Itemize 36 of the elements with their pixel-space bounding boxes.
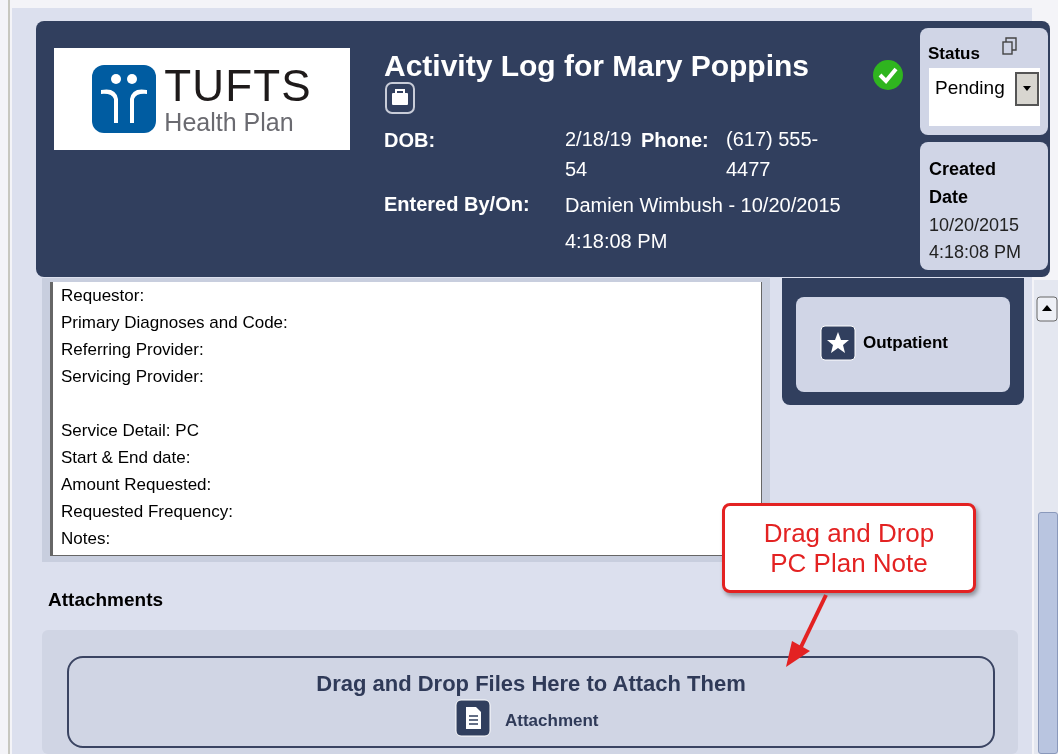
note-line: Primary Diagnoses and Code: (61, 312, 288, 334)
note-line: Start & End date: (61, 447, 191, 469)
document-icon (455, 699, 491, 737)
created-label: Created Date (929, 158, 998, 209)
field-value: 2/18/1954 (565, 127, 633, 182)
category-label: Outpatient (863, 332, 948, 354)
attachment-label: Attachment (505, 710, 599, 732)
copy-icon[interactable] (1002, 36, 1018, 56)
field-value: Damien Wimbush - 10/20/2015 4:18:08 PM (565, 193, 842, 254)
note-line: Requestor: (61, 285, 145, 307)
attachments-heading: Attachments (48, 588, 164, 612)
field-label: Phone: (641, 128, 709, 153)
field-label: Entered By/On: (384, 192, 530, 217)
status-label: Status (928, 43, 980, 65)
field-value: (617) 555-4477 (726, 127, 820, 182)
field-label: DOB: (384, 128, 436, 153)
window-title: Activity Log for Mary Poppins (384, 48, 810, 84)
logo-subtitle: Health Plan (164, 109, 295, 135)
note-line: Notes: (61, 528, 111, 550)
note-line: Requested Frequency: (61, 501, 233, 523)
callout: Drag and Drop PC Plan Note (722, 503, 976, 593)
note-line: Referring Provider: (61, 339, 204, 361)
people-icon (92, 65, 157, 133)
drop-zone-text: Drag and Drop Files Here to Attach Them (315, 670, 747, 698)
notes-field[interactable]: Requestor: Primary Diagnoses and Code: Referring Provider: Servicing Provider: Service Detail: PC Start & End date: Amount Requested: Requested Frequency: Notes: (50, 282, 762, 556)
scrollbar[interactable] (1034, 280, 1058, 754)
drop-zone[interactable] (67, 656, 995, 748)
created-value: 10/20/2015 4:18:08 PM (929, 214, 1023, 264)
scroll-thumb[interactable] (1038, 512, 1058, 754)
logo-title: TUFTS (164, 63, 312, 108)
note-line: Servicing Provider: (61, 366, 204, 388)
scroll-up-icon[interactable] (1036, 296, 1058, 322)
note-line: Service Detail: PC (61, 420, 199, 442)
briefcase-icon[interactable] (385, 82, 415, 114)
note-line: Amount Requested: (61, 474, 212, 496)
category-card[interactable] (796, 297, 1010, 392)
